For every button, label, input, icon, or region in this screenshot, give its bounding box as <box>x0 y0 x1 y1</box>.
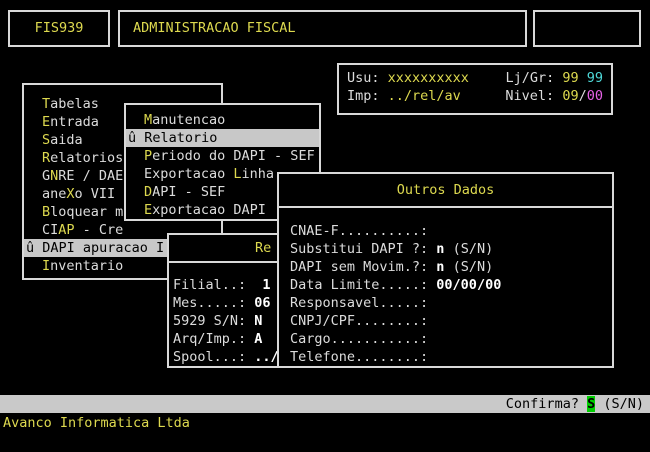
store-value-1: 99 <box>562 70 586 86</box>
program-code: FIS939 <box>35 20 84 36</box>
user-label: Usu: <box>347 70 388 86</box>
confirm-options: (S/N) <box>595 396 644 412</box>
store-label: Lj/Gr: <box>505 70 562 86</box>
store-value-2: 99 <box>587 70 603 86</box>
level-label: Nivel: <box>505 88 562 104</box>
field-cnae[interactable]: CNAE-F..........: <box>290 222 612 240</box>
app-title-box: ADMINISTRACAO FISCAL <box>118 10 527 47</box>
printer-label: Imp: <box>347 88 388 104</box>
confirm-key-input[interactable]: S <box>587 396 595 412</box>
user-value: xxxxxxxxxx <box>388 70 469 86</box>
checkmark-icon: û <box>26 240 42 256</box>
session-row-printer: Imp: ../rel/av Nivel: 09/00 <box>347 87 603 105</box>
submenu-item-periodo-dapi[interactable]: Periodo do DAPI - SEF <box>126 147 319 165</box>
printer-value: ../rel/av <box>388 88 461 104</box>
field-dapi-sem-movim[interactable]: DAPI sem Movim.?: n (S/N) <box>290 258 612 276</box>
confirm-bar: Confirma? S (S/N) <box>0 395 650 413</box>
level-value-1: 09 <box>562 88 578 104</box>
outros-dados-title: Outros Dados <box>279 174 612 208</box>
company-name: Avanco Informatica Ltda <box>3 414 190 432</box>
field-responsavel[interactable]: Responsavel.....: <box>290 294 612 312</box>
field-data-limite[interactable]: Data Limite.....: 00/00/00 <box>290 276 612 294</box>
submenu-item-manutencao[interactable]: Manutencao <box>126 111 319 129</box>
app-title: ADMINISTRACAO FISCAL <box>133 20 296 36</box>
header-empty-box <box>533 10 641 47</box>
field-cargo[interactable]: Cargo...........: <box>290 330 612 348</box>
checkmark-icon: û <box>128 130 144 146</box>
session-row-user: Usu: xxxxxxxxxx Lj/Gr: 99 99 <box>347 69 603 87</box>
level-value-2: 00 <box>587 88 603 104</box>
field-cnpj-cpf[interactable]: CNPJ/CPF........: <box>290 312 612 330</box>
outros-dados-window: Outros Dados CNAE-F..........: Substitui… <box>277 172 614 368</box>
field-telefone[interactable]: Telefone........: <box>290 348 612 366</box>
field-substitui-dapi[interactable]: Substitui DAPI ?: n (S/N) <box>290 240 612 258</box>
program-code-box: FIS939 <box>8 10 110 47</box>
submenu-item-relatorio[interactable]: û Relatorio <box>126 129 319 147</box>
session-info-box: Usu: xxxxxxxxxx Lj/Gr: 99 99 Imp: ../rel… <box>337 63 613 115</box>
level-sep: / <box>579 88 587 104</box>
confirm-question: Confirma? <box>506 396 587 412</box>
